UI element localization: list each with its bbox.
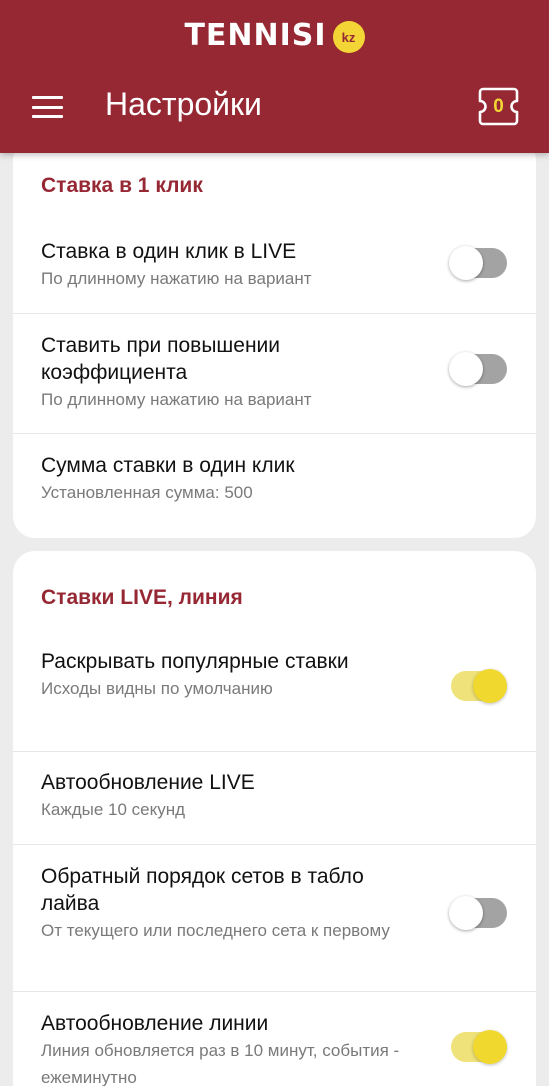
reverse-sets-toggle[interactable] — [449, 896, 507, 930]
setting-title: Сумма ставки в один клик — [41, 454, 295, 477]
setting-title: Ставить при повышении коэффициента — [41, 334, 281, 384]
brand-name: TENNISI — [184, 18, 327, 53]
brand-region-badge: kz — [332, 21, 365, 53]
setting-row-auto-update-live[interactable]: Автообновление LIVE Каждые 10 секунд — [13, 751, 536, 844]
section-live-line-bets: Ставки LIVE, линия Раскрывать популярные… — [13, 551, 536, 1086]
brand-logo: TENNISI kz — [0, 18, 549, 53]
one-click-live-toggle[interactable] — [449, 246, 507, 280]
setting-row-one-click-amount[interactable]: Сумма ставки в один клик Установленная с… — [13, 433, 536, 538]
setting-row-odds-increase[interactable]: Ставить при повышении коэффициента По дл… — [13, 313, 536, 433]
setting-row-auto-update-line[interactable]: Автообновление линии Линия обновляется р… — [13, 991, 536, 1086]
odds-increase-toggle[interactable] — [449, 352, 507, 386]
setting-title: Автообновление LIVE — [41, 771, 255, 794]
setting-row-expand-popular[interactable]: Раскрывать популярные ставки Исходы видн… — [13, 631, 536, 751]
setting-title: Раскрывать популярные ставки — [41, 650, 349, 673]
setting-subtitle: По длинному нажатию на вариант — [41, 390, 312, 409]
app-header: TENNISI kz Настройки 0 — [0, 0, 549, 153]
expand-popular-toggle[interactable] — [449, 669, 507, 703]
section-one-click-bet: Ставка в 1 клик Ставка в один клик в LIV… — [13, 138, 536, 538]
auto-update-line-toggle[interactable] — [449, 1030, 507, 1064]
coupon-ticket-icon[interactable]: 0 — [477, 85, 520, 128]
hamburger-menu-icon[interactable] — [32, 96, 63, 118]
section-title: Ставка в 1 клик — [41, 174, 203, 197]
setting-title: Автообновление линии — [41, 1012, 269, 1035]
setting-subtitle: Установленная сумма: 500 — [41, 483, 253, 502]
setting-title: Ставка в один клик в LIVE — [41, 240, 297, 263]
setting-subtitle: Каждые 10 секунд — [41, 800, 186, 819]
setting-subtitle: От текущего или последнего сета к первом… — [41, 921, 390, 940]
setting-subtitle: Исходы видны по умолчанию — [41, 679, 273, 698]
setting-subtitle: По длинному нажатию на вариант — [41, 269, 312, 288]
page-title: Настройки — [105, 86, 262, 122]
setting-row-reverse-sets[interactable]: Обратный порядок сетов в табло лайва От … — [13, 844, 536, 991]
setting-subtitle: Линия обновляется раз в 10 минут, событи… — [41, 1041, 400, 1086]
section-title: Ставки LIVE, линия — [41, 586, 243, 609]
coupon-count-badge: 0 — [493, 95, 504, 117]
settings-screen: TENNISI kz Настройки 0 Ставка в 1 клик С… — [0, 0, 549, 1086]
setting-row-one-click-live[interactable]: Ставка в один клик в LIVE По длинному на… — [13, 218, 536, 313]
setting-title: Обратный порядок сетов в табло лайва — [41, 865, 364, 915]
